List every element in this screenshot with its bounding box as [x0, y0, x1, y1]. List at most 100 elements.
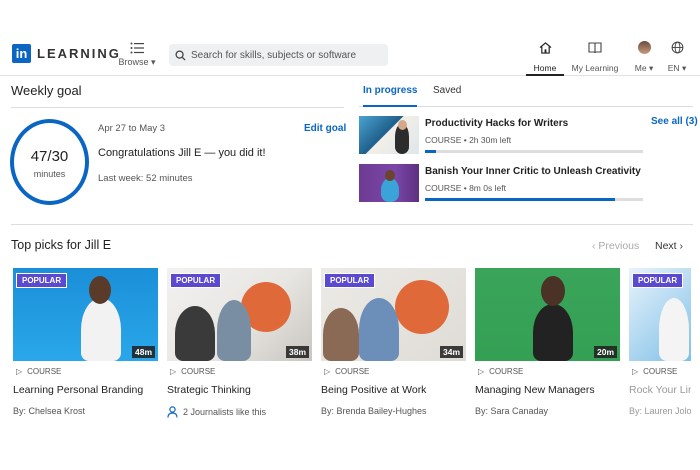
avatar [637, 41, 651, 54]
card-title: Managing New Managers [475, 384, 595, 396]
nav-my-learning[interactable]: My Learning [570, 41, 620, 73]
nav-home-label: Home [533, 63, 557, 73]
card-byline: By: Chelsea Krost [13, 406, 86, 416]
card-byline: By: Sara Canaday [475, 406, 549, 416]
course-thumbnail: POPULAR [629, 268, 691, 361]
goal-message: Congratulations Jill E — you did it! [98, 147, 266, 159]
nav-me[interactable]: Me ▾ [630, 41, 658, 74]
card-type-label: COURSE [643, 367, 678, 376]
course-card[interactable]: POPULAR 38m ▷ COURSE Strategic Thinking 2… [167, 268, 312, 428]
previous-label: Previous [598, 240, 640, 252]
play-icon: ▷ [632, 367, 639, 376]
card-type-label: COURSE [181, 367, 216, 376]
course-thumbnail: POPULAR 38m [167, 268, 312, 361]
card-title: Rock Your Link [629, 384, 691, 396]
top-header: in LEARNING Browse ▾ Home My Learning M [0, 0, 700, 76]
in-progress-time-left: 2h 30m left [469, 135, 512, 145]
card-type-label: COURSE [27, 367, 62, 376]
goal-progress-unit: minutes [33, 169, 66, 179]
card-type-label: COURSE [335, 367, 370, 376]
course-thumbnail [359, 116, 419, 154]
search-bar[interactable] [169, 44, 388, 66]
list-menu-icon [130, 42, 144, 54]
duration-badge: 20m [593, 346, 617, 358]
course-thumbnail [359, 164, 419, 202]
course-card[interactable]: POPULAR 34m ▷ COURSE Being Positive at Wo… [321, 268, 466, 428]
course-card[interactable]: POPULAR ▷ COURSE Rock Your Link By: Laure… [629, 268, 691, 428]
search-icon [175, 49, 186, 61]
tab-saved[interactable]: Saved [433, 85, 461, 96]
browse-button[interactable]: Browse ▾ [116, 42, 158, 68]
course-thumbnail: 20m [475, 268, 620, 361]
goal-progress-ring: 47/30 minutes [10, 119, 89, 205]
progress-tabs: In progress Saved [359, 81, 693, 107]
divider [11, 224, 693, 225]
card-byline: By: Lauren Jolo [629, 406, 691, 416]
in-progress-type: COURSE [425, 183, 462, 193]
in-progress-type: COURSE [425, 135, 462, 145]
caret-down-icon: ▾ [151, 57, 156, 67]
chevron-left-icon: ‹ [592, 240, 596, 252]
popular-badge: POPULAR [632, 273, 684, 288]
goal-dates: Apr 27 to May 3 [98, 123, 166, 134]
play-icon: ▷ [478, 367, 485, 376]
popular-badge: POPULAR [170, 273, 222, 288]
card-title: Learning Personal Branding [13, 384, 144, 396]
previous-button[interactable]: ‹ Previous [592, 240, 639, 252]
course-card[interactable]: 20m ▷ COURSE Managing New Managers By: Sa… [475, 268, 620, 428]
home-icon [539, 42, 551, 54]
duration-badge: 48m [131, 346, 155, 358]
popular-badge: POPULAR [16, 273, 68, 288]
book-icon [588, 42, 602, 54]
search-input[interactable] [191, 49, 381, 61]
popular-badge: POPULAR [324, 273, 376, 288]
in-progress-meta: COURSE • 8m 0s left [425, 183, 506, 193]
nav-me-label: Me [634, 63, 647, 73]
logo-text: LEARNING [37, 46, 121, 61]
edit-goal-link[interactable]: Edit goal [304, 123, 346, 134]
nav-language-label: EN [667, 63, 680, 73]
course-card[interactable]: POPULAR 48m ▷ COURSE Learning Personal Br… [13, 268, 158, 428]
card-title: Being Positive at Work [321, 384, 427, 396]
card-byline: 2 Journalists like this [183, 407, 267, 417]
next-label: Next [655, 240, 677, 252]
nav-home[interactable]: Home [526, 41, 564, 76]
progress-bar-fill [425, 198, 615, 201]
in-progress-title: Banish Your Inner Critic to Unleash Crea… [425, 166, 641, 177]
duration-badge: 34m [439, 346, 463, 358]
play-icon: ▷ [16, 367, 23, 376]
course-thumbnail: POPULAR 34m [321, 268, 466, 361]
divider [11, 107, 344, 108]
play-icon: ▷ [170, 367, 177, 376]
duration-badge: 38m [285, 346, 309, 358]
caret-down-icon: ▾ [648, 63, 654, 73]
in-progress-item[interactable]: Banish Your Inner Critic to Unleash Crea… [359, 164, 693, 204]
globe-icon [671, 41, 683, 54]
card-title: Strategic Thinking [167, 384, 251, 396]
progress-bar-fill [425, 150, 436, 153]
tab-in-progress[interactable]: In progress [363, 85, 418, 107]
caret-down-icon: ▾ [681, 63, 687, 73]
nav-my-learning-label: My Learning [571, 63, 619, 73]
goal-progress-value: 47/30 [30, 148, 69, 165]
in-progress-item[interactable]: Productivity Hacks for Writers COURSE • … [359, 116, 693, 156]
progress-bar [425, 198, 643, 201]
nav-language[interactable]: EN ▾ [663, 41, 691, 74]
play-icon: ▷ [324, 367, 331, 376]
next-button[interactable]: Next › [655, 240, 683, 252]
progress-bar [425, 150, 643, 153]
chevron-right-icon: › [679, 240, 684, 252]
in-progress-time-left: 8m 0s left [469, 183, 506, 193]
course-thumbnail: POPULAR 48m [13, 268, 158, 361]
person-icon [167, 406, 178, 418]
browse-label: Browse [118, 57, 149, 67]
card-type-label: COURSE [489, 367, 524, 376]
linkedin-learning-logo[interactable]: in LEARNING [12, 44, 121, 63]
goal-last-week: Last week: 52 minutes [98, 173, 193, 184]
linkedin-in-icon: in [12, 44, 31, 63]
in-progress-meta: COURSE • 2h 30m left [425, 135, 512, 145]
top-picks-title: Top picks for Jill E [11, 238, 112, 252]
card-byline: By: Brenda Bailey-Hughes [321, 406, 427, 416]
weekly-goal-title: Weekly goal [11, 83, 82, 98]
card-social-proof: 2 Journalists like this [167, 406, 266, 418]
